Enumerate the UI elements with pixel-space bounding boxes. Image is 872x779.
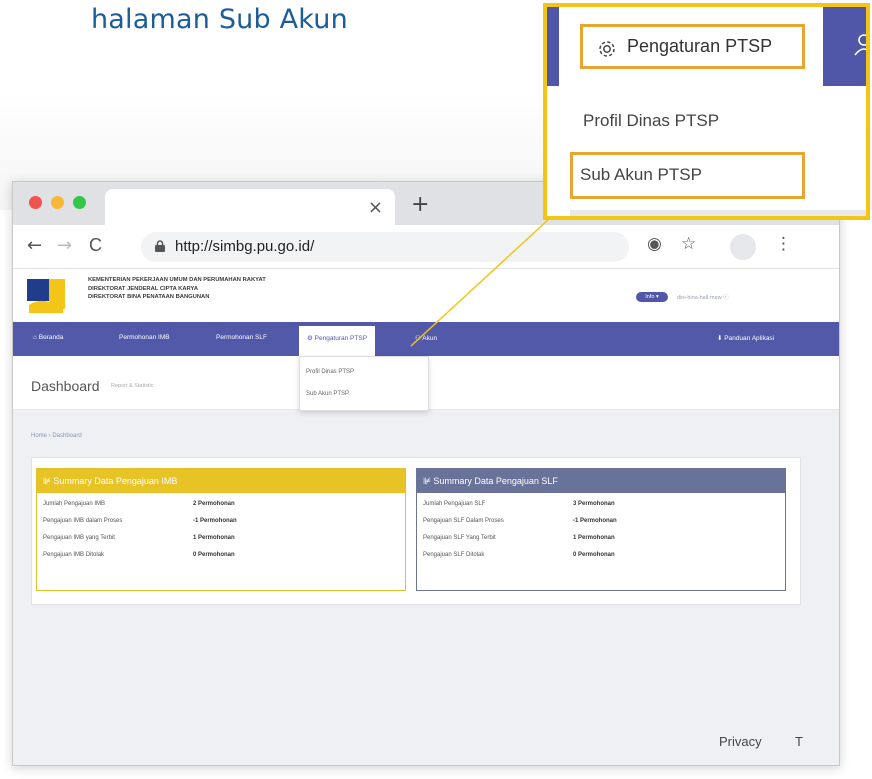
page-heading: halaman Sub Akun [91,4,348,35]
footer-terms-link[interactable]: T [795,734,803,749]
address-bar: ← → C http://simbg.pu.go.id/ ◉ ☆ ⋮ [13,225,839,269]
nav-home[interactable]: ⌂ Beranda [33,334,63,341]
browser-menu-icon[interactable]: ⋮ [775,234,792,254]
callout-nav-bg [823,7,866,86]
callout-item-profil[interactable]: Profil Dinas PTSP [583,111,719,131]
settings-dropdown: Profil Dinas PTSP Sub Akun PTSP [299,356,429,411]
profile-avatar[interactable] [730,234,756,260]
content-area: Home › Dashboard ⊯ Summary Data Pengajua… [13,410,839,765]
site-header: KEMENTERIAN PEKERJAAN UMUM DAN PERUMAHAN… [13,270,839,322]
slf-summary-card: ⊯ Summary Data Pengajuan SLF Jumlah Peng… [416,468,786,591]
imb-summary-card: ⊯ Summary Data Pengajuan IMB Jumlah Peng… [36,468,406,591]
back-button[interactable]: ← [27,235,42,256]
slf-row: Jumlah Pengajuan SLF 3 Permohonan [423,501,615,507]
dropdown-item-profil[interactable]: Profil Dinas PTSP [306,369,354,375]
lock-icon [155,240,165,252]
user-icon [854,34,866,56]
nav-account[interactable]: ⚇ Akun [415,334,437,342]
callout-nav-bg [547,7,559,86]
maximize-window-button[interactable] [73,196,86,209]
slf-row: Pengajuan SLF Ditolak 0 Permohonan [423,552,615,558]
minimize-window-button[interactable] [51,196,64,209]
footer-privacy-link[interactable]: Privacy [719,734,762,749]
browser-window: × + ← → C http://simbg.pu.go.id/ ◉ ☆ ⋮ K… [12,181,840,766]
url-text: http://simbg.pu.go.id/ [175,238,315,255]
forward-button[interactable]: → [57,235,72,256]
zoom-callout: Pengaturan PTSP Profil Dinas PTSP Sub Ak… [543,3,870,220]
slf-card-title: ⊯ Summary Data Pengajuan SLF [417,469,785,493]
slf-row: Pengajuan SLF Yang Terbit 1 Permohonan [423,535,615,541]
nav-guide[interactable]: ⬇ Panduan Aplikasi [717,334,774,342]
imb-row: Jumlah Pengajuan IMB 2 Permohonan [43,501,235,507]
site-nav: ⌂ Beranda Permohonan IMB Permohonan SLF … [13,322,839,356]
extension-icon[interactable]: ◉ [647,234,662,254]
gear-icon [599,41,615,57]
tab-close-icon[interactable]: × [368,197,383,218]
nav-imb[interactable]: Permohonan IMB [119,334,170,341]
breadcrumb[interactable]: Home › Dashboard [31,433,82,439]
reload-button[interactable]: C [89,235,102,256]
callout-settings-button[interactable]: Pengaturan PTSP [580,24,805,69]
callout-settings-label: Pengaturan PTSP [627,36,773,56]
imb-row: Pengajuan IMB yang Terbit 1 Permohonan [43,535,235,541]
callout-highlight-box [570,152,805,199]
dashboard-title: Dashboard [31,378,100,394]
slf-row: Pengajuan SLF Dalam Proses -1 Permohonan [423,518,617,524]
new-tab-button[interactable]: + [411,192,429,217]
dashboard-subtitle: Report & Statistic [111,383,154,389]
nav-slf[interactable]: Permohonan SLF [216,334,267,341]
ministry-name: KEMENTERIAN PEKERJAAN UMUM DAN PERUMAHAN… [88,277,266,300]
info-badge[interactable]: Info ▾ [636,292,668,302]
dropdown-item-sub-akun[interactable]: Sub Akun PTSP [306,391,349,397]
user-label[interactable]: dini-bina-hall-mew ⓘ [677,293,729,301]
bookmark-star-icon[interactable]: ☆ [681,234,696,254]
browser-tab[interactable]: × [105,189,395,225]
nav-settings[interactable]: ⚙ Pengaturan PTSP [299,326,376,356]
close-window-button[interactable] [29,196,42,209]
imb-row: Pengajuan IMB Ditolak 0 Permohonan [43,552,235,558]
url-field[interactable]: http://simbg.pu.go.id/ [141,232,629,262]
imb-row: Pengajuan IMB dalam Proses -1 Permohonan [43,518,237,524]
callout-nav: Pengaturan PTSP [547,7,866,86]
imb-card-title: ⊯ Summary Data Pengajuan IMB [37,469,405,493]
pupr-logo [27,279,65,313]
summary-panel: ⊯ Summary Data Pengajuan IMB Jumlah Peng… [31,457,801,605]
